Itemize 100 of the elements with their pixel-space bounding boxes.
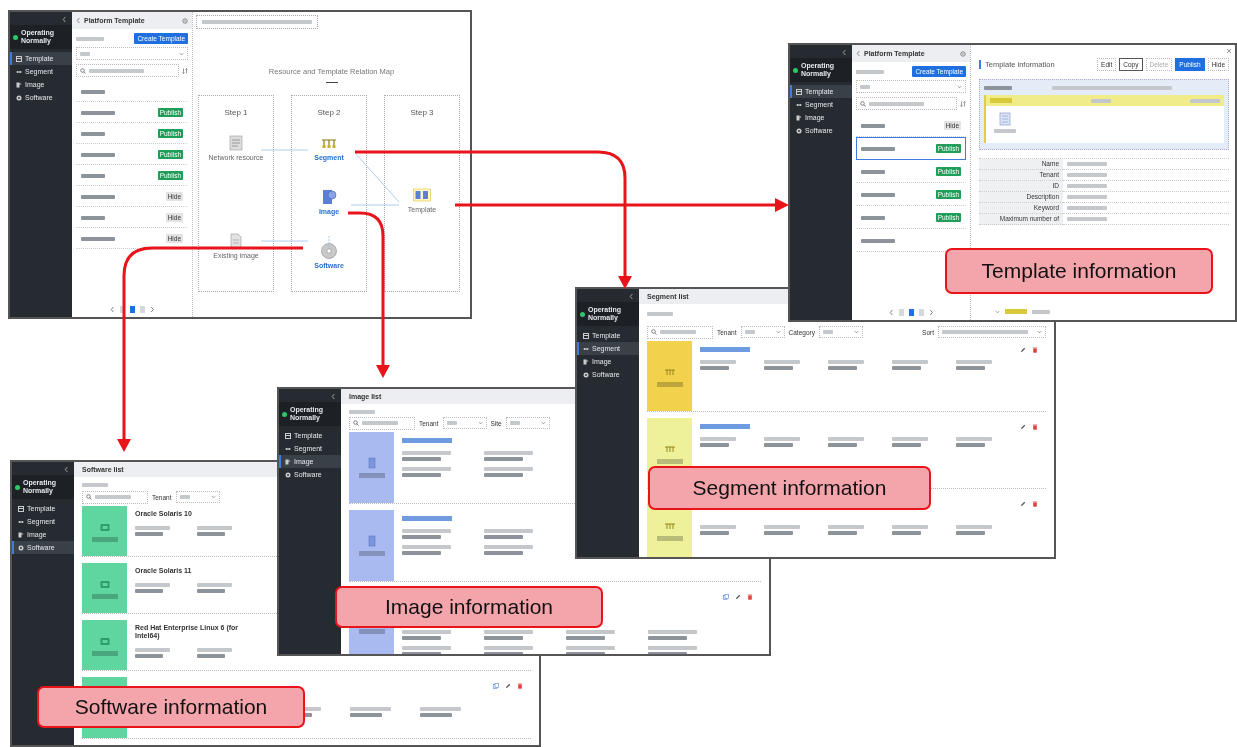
caret-icon <box>1037 330 1042 334</box>
search-icon <box>651 329 657 335</box>
filter-select[interactable] <box>856 80 966 93</box>
search-icon <box>860 100 866 107</box>
step-label: Step 1 <box>223 108 249 117</box>
filter-select[interactable] <box>76 47 188 60</box>
nav-icon <box>16 68 22 75</box>
document-icon <box>227 232 245 250</box>
blurred-text <box>1067 217 1107 221</box>
nav-icon <box>285 432 291 439</box>
image-icon <box>320 188 338 206</box>
collapse-icon[interactable] <box>331 393 336 400</box>
step-label: Step 3 <box>409 108 435 117</box>
back-icon[interactable] <box>76 17 81 24</box>
delete-icon[interactable] <box>1032 424 1038 430</box>
status-dot-icon <box>580 311 585 317</box>
search-field[interactable] <box>349 416 415 430</box>
callout-label: Template information <box>945 248 1213 294</box>
edit-icon[interactable] <box>1020 501 1026 507</box>
page-link[interactable] <box>908 308 914 316</box>
blurred-text <box>76 36 104 41</box>
callout-label: Software information <box>37 686 305 728</box>
blurred-text <box>1067 206 1107 210</box>
search-field[interactable] <box>647 325 713 339</box>
disc-icon <box>320 242 338 260</box>
caret-icon <box>540 421 546 425</box>
document-icon <box>227 134 245 152</box>
image-icon <box>365 457 378 469</box>
edit-icon[interactable] <box>1020 347 1026 353</box>
search-icon <box>80 67 86 74</box>
server-icon <box>999 112 1011 126</box>
connector-line <box>260 240 309 242</box>
collapse-icon[interactable] <box>629 293 634 300</box>
nav-icon <box>16 81 22 88</box>
search-icon <box>353 420 359 426</box>
page-link[interactable] <box>129 305 135 313</box>
blurred-text <box>856 69 884 74</box>
delete-icon[interactable] <box>747 594 753 600</box>
copy-icon[interactable] <box>723 594 729 600</box>
edit-icon[interactable] <box>505 683 511 689</box>
blurred-text <box>82 483 108 487</box>
delete-icon[interactable] <box>1032 347 1038 353</box>
search-icon <box>86 494 92 500</box>
filter-select[interactable] <box>740 326 785 338</box>
nav-icon <box>583 371 589 378</box>
back-icon[interactable] <box>856 50 861 57</box>
blurred-text <box>1067 184 1107 188</box>
tag-shape <box>1005 309 1027 314</box>
image-icon <box>365 535 378 547</box>
sort-icon[interactable] <box>960 100 966 107</box>
copy-icon[interactable] <box>493 683 499 689</box>
nav-icon <box>18 518 24 525</box>
nav-icon <box>16 55 22 62</box>
nav-icon <box>285 445 291 452</box>
caret-icon <box>995 309 1000 314</box>
filter-select[interactable] <box>505 417 550 429</box>
caret-icon <box>477 421 483 425</box>
caret-icon <box>775 330 781 334</box>
blurred-text <box>1067 173 1107 177</box>
caret-icon <box>179 51 184 56</box>
step-label: Step 2 <box>316 108 342 117</box>
delete-icon[interactable] <box>1032 501 1038 507</box>
previous-page-icon[interactable] <box>109 305 115 313</box>
caret-icon <box>957 84 962 89</box>
settings-icon[interactable] <box>960 50 966 57</box>
nav-icon <box>583 345 589 352</box>
collapse-icon[interactable] <box>62 16 67 23</box>
edit-icon[interactable] <box>1020 424 1026 430</box>
nav-icon <box>796 114 802 121</box>
status-dot-icon <box>793 67 798 73</box>
nav-icon <box>796 88 802 95</box>
collapse-icon[interactable] <box>842 49 847 56</box>
nav-icon <box>285 458 291 465</box>
callout-label: Segment information <box>648 466 931 510</box>
search-field[interactable] <box>76 64 179 77</box>
callout-label: Image information <box>335 586 603 628</box>
nav-icon <box>18 505 24 512</box>
settings-icon[interactable] <box>182 17 188 24</box>
nav-icon <box>18 531 24 538</box>
search-field[interactable] <box>82 490 148 504</box>
collapse-icon[interactable] <box>64 466 69 473</box>
delete-icon[interactable] <box>517 683 523 689</box>
status-dot-icon <box>15 484 20 490</box>
nav-icon <box>583 332 589 339</box>
filter-select[interactable] <box>442 417 487 429</box>
previous-page-icon[interactable] <box>888 308 894 316</box>
filter-select[interactable] <box>175 491 220 503</box>
nav-icon <box>16 94 22 101</box>
sort-select[interactable] <box>938 326 1046 338</box>
nav-icon <box>796 101 802 108</box>
sort-icon[interactable] <box>182 67 188 74</box>
close-icon[interactable] <box>1226 48 1232 54</box>
next-page-icon[interactable] <box>928 308 934 316</box>
page-link[interactable] <box>119 305 125 313</box>
edit-icon[interactable] <box>735 594 741 600</box>
filter-select[interactable] <box>818 326 863 338</box>
connector-line <box>328 235 330 249</box>
nav-icon <box>18 544 24 551</box>
search-field[interactable] <box>856 97 957 110</box>
next-page-icon[interactable] <box>149 305 155 313</box>
